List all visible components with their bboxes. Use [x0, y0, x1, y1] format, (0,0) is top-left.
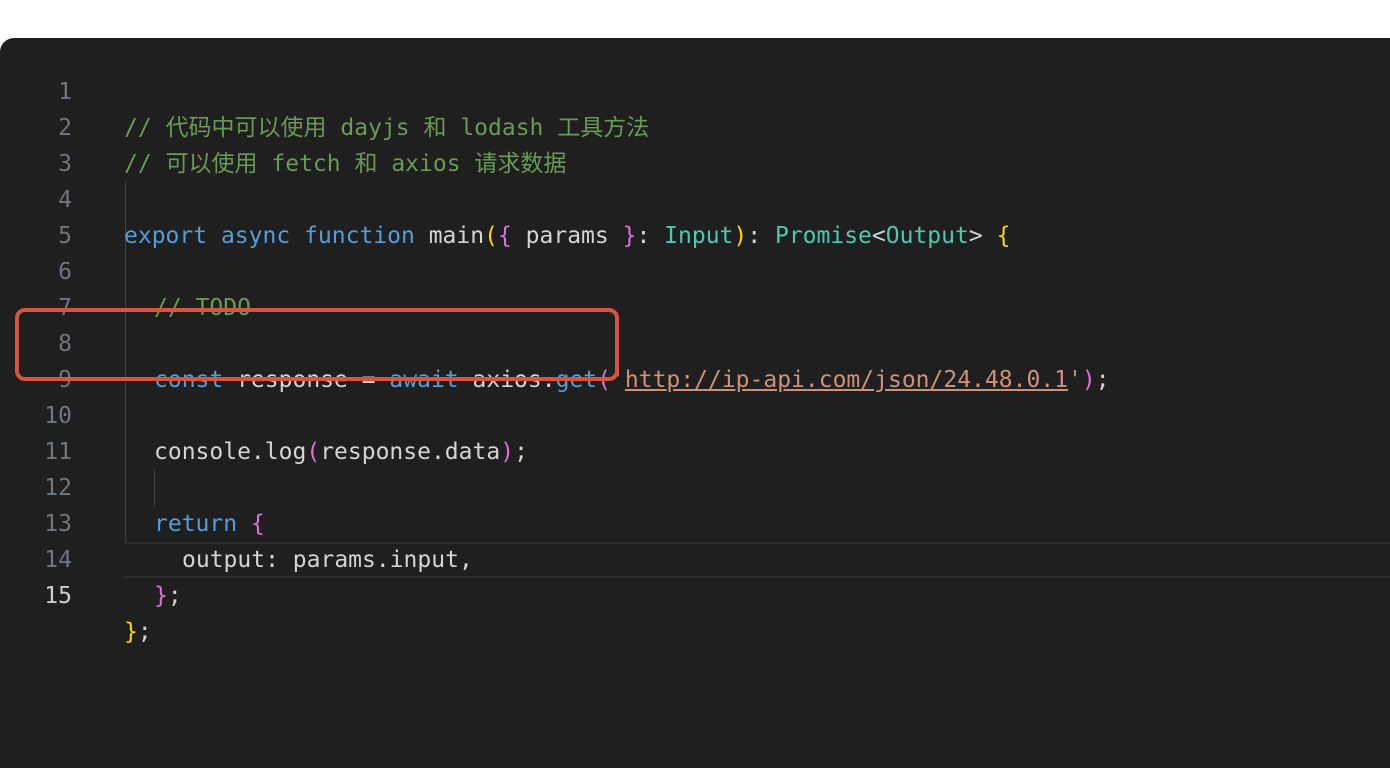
code-editor[interactable]: 1 // 代码中可以使用 dayjs 和 lodash 工具方法 2 // 可以…: [0, 38, 1390, 768]
line-content: };: [124, 614, 152, 650]
punctuation: ;: [167, 583, 182, 609]
code-line[interactable]: 4 export async function main({ params }:…: [0, 146, 1390, 249]
line-number-active: 15: [44, 583, 72, 609]
code-line[interactable]: 11: [0, 398, 1390, 465]
code-line[interactable]: 10 console.log(response.data);: [0, 362, 1390, 465]
code-line[interactable]: 2 // 可以使用 fetch 和 axios 请求数据: [0, 74, 1390, 177]
punctuation: ;: [137, 619, 152, 645]
code-line[interactable]: 9: [0, 326, 1390, 393]
code-line[interactable]: 6 // TODO: [0, 218, 1390, 321]
bracket: }: [154, 583, 168, 609]
code-line[interactable]: 7: [0, 254, 1390, 321]
code-line[interactable]: 8 const response = await axios.get('http…: [0, 290, 1390, 393]
code-line[interactable]: 12 return {: [0, 434, 1390, 537]
code-line[interactable]: 15 };: [0, 542, 1390, 645]
code-line[interactable]: 5: [0, 182, 1390, 249]
code-line[interactable]: 3: [0, 110, 1390, 177]
code-line[interactable]: 1 // 代码中可以使用 dayjs 和 lodash 工具方法: [0, 38, 1390, 141]
code-line[interactable]: 14 };: [0, 506, 1390, 609]
code-line[interactable]: 13 output: params.input,: [0, 470, 1390, 573]
bracket: }: [124, 619, 138, 645]
line-content: };: [154, 578, 182, 614]
